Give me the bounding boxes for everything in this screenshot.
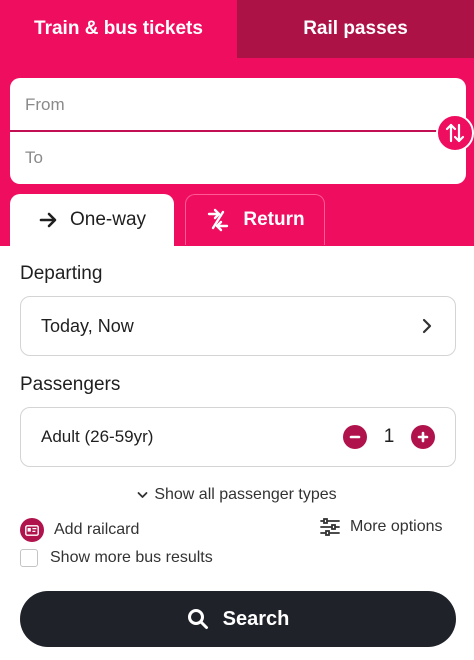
decrease-passenger-button[interactable]: [343, 425, 367, 449]
passenger-selector: Adult (26-59yr) 1: [20, 407, 456, 467]
passenger-type: Adult (26-59yr): [41, 427, 154, 446]
product-tabs: Train & bus tickets Rail passes: [0, 0, 474, 58]
passenger-count: 1: [383, 426, 395, 447]
tab-one-way[interactable]: One-way: [10, 194, 174, 246]
sliders-icon: [320, 518, 340, 536]
show-more-bus-results: Show more bus results: [20, 549, 213, 567]
passenger-stepper: 1: [343, 425, 435, 449]
arrow-right-icon: [38, 210, 58, 230]
tab-train-bus-tickets[interactable]: Train & bus tickets: [0, 0, 237, 58]
chevron-down-icon: [137, 491, 148, 499]
plus-circle-icon: [417, 431, 429, 443]
increase-passenger-button[interactable]: [411, 425, 435, 449]
railcard-icon: [20, 518, 44, 542]
departing-value: Today, Now: [41, 315, 134, 336]
show-passenger-types-link[interactable]: Show all passenger types: [0, 486, 474, 504]
swap-stations-button[interactable]: [436, 114, 474, 152]
tab-return-label: Return: [243, 209, 305, 230]
swap-vertical-icon: [443, 121, 467, 145]
departing-label: Departing: [20, 263, 103, 284]
chevron-right-icon: [421, 318, 433, 334]
to-station-input[interactable]: To: [10, 131, 466, 184]
tab-return[interactable]: Return: [185, 194, 325, 245]
add-railcard-button[interactable]: Add railcard: [20, 518, 139, 542]
return-arrows-icon: [205, 207, 231, 233]
departing-date-picker[interactable]: Today, Now: [20, 296, 456, 356]
bus-results-label: Show more bus results: [50, 549, 213, 566]
from-station-input[interactable]: From: [10, 78, 466, 131]
more-options-label: More options: [350, 518, 443, 535]
search-button[interactable]: Search: [20, 591, 456, 647]
show-passenger-types-label: Show all passenger types: [154, 486, 337, 503]
journey-fields: From To: [10, 78, 466, 184]
minus-circle-icon: [349, 431, 361, 443]
search-button-label: Search: [222, 607, 290, 630]
tab-one-way-label: One-way: [69, 209, 147, 230]
add-railcard-label: Add railcard: [54, 521, 140, 538]
search-icon: [187, 608, 209, 630]
tab-rail-passes[interactable]: Rail passes: [237, 0, 474, 58]
passengers-label: Passengers: [20, 374, 121, 395]
bus-results-checkbox[interactable]: [20, 549, 38, 567]
more-options-button[interactable]: More options: [320, 518, 443, 536]
